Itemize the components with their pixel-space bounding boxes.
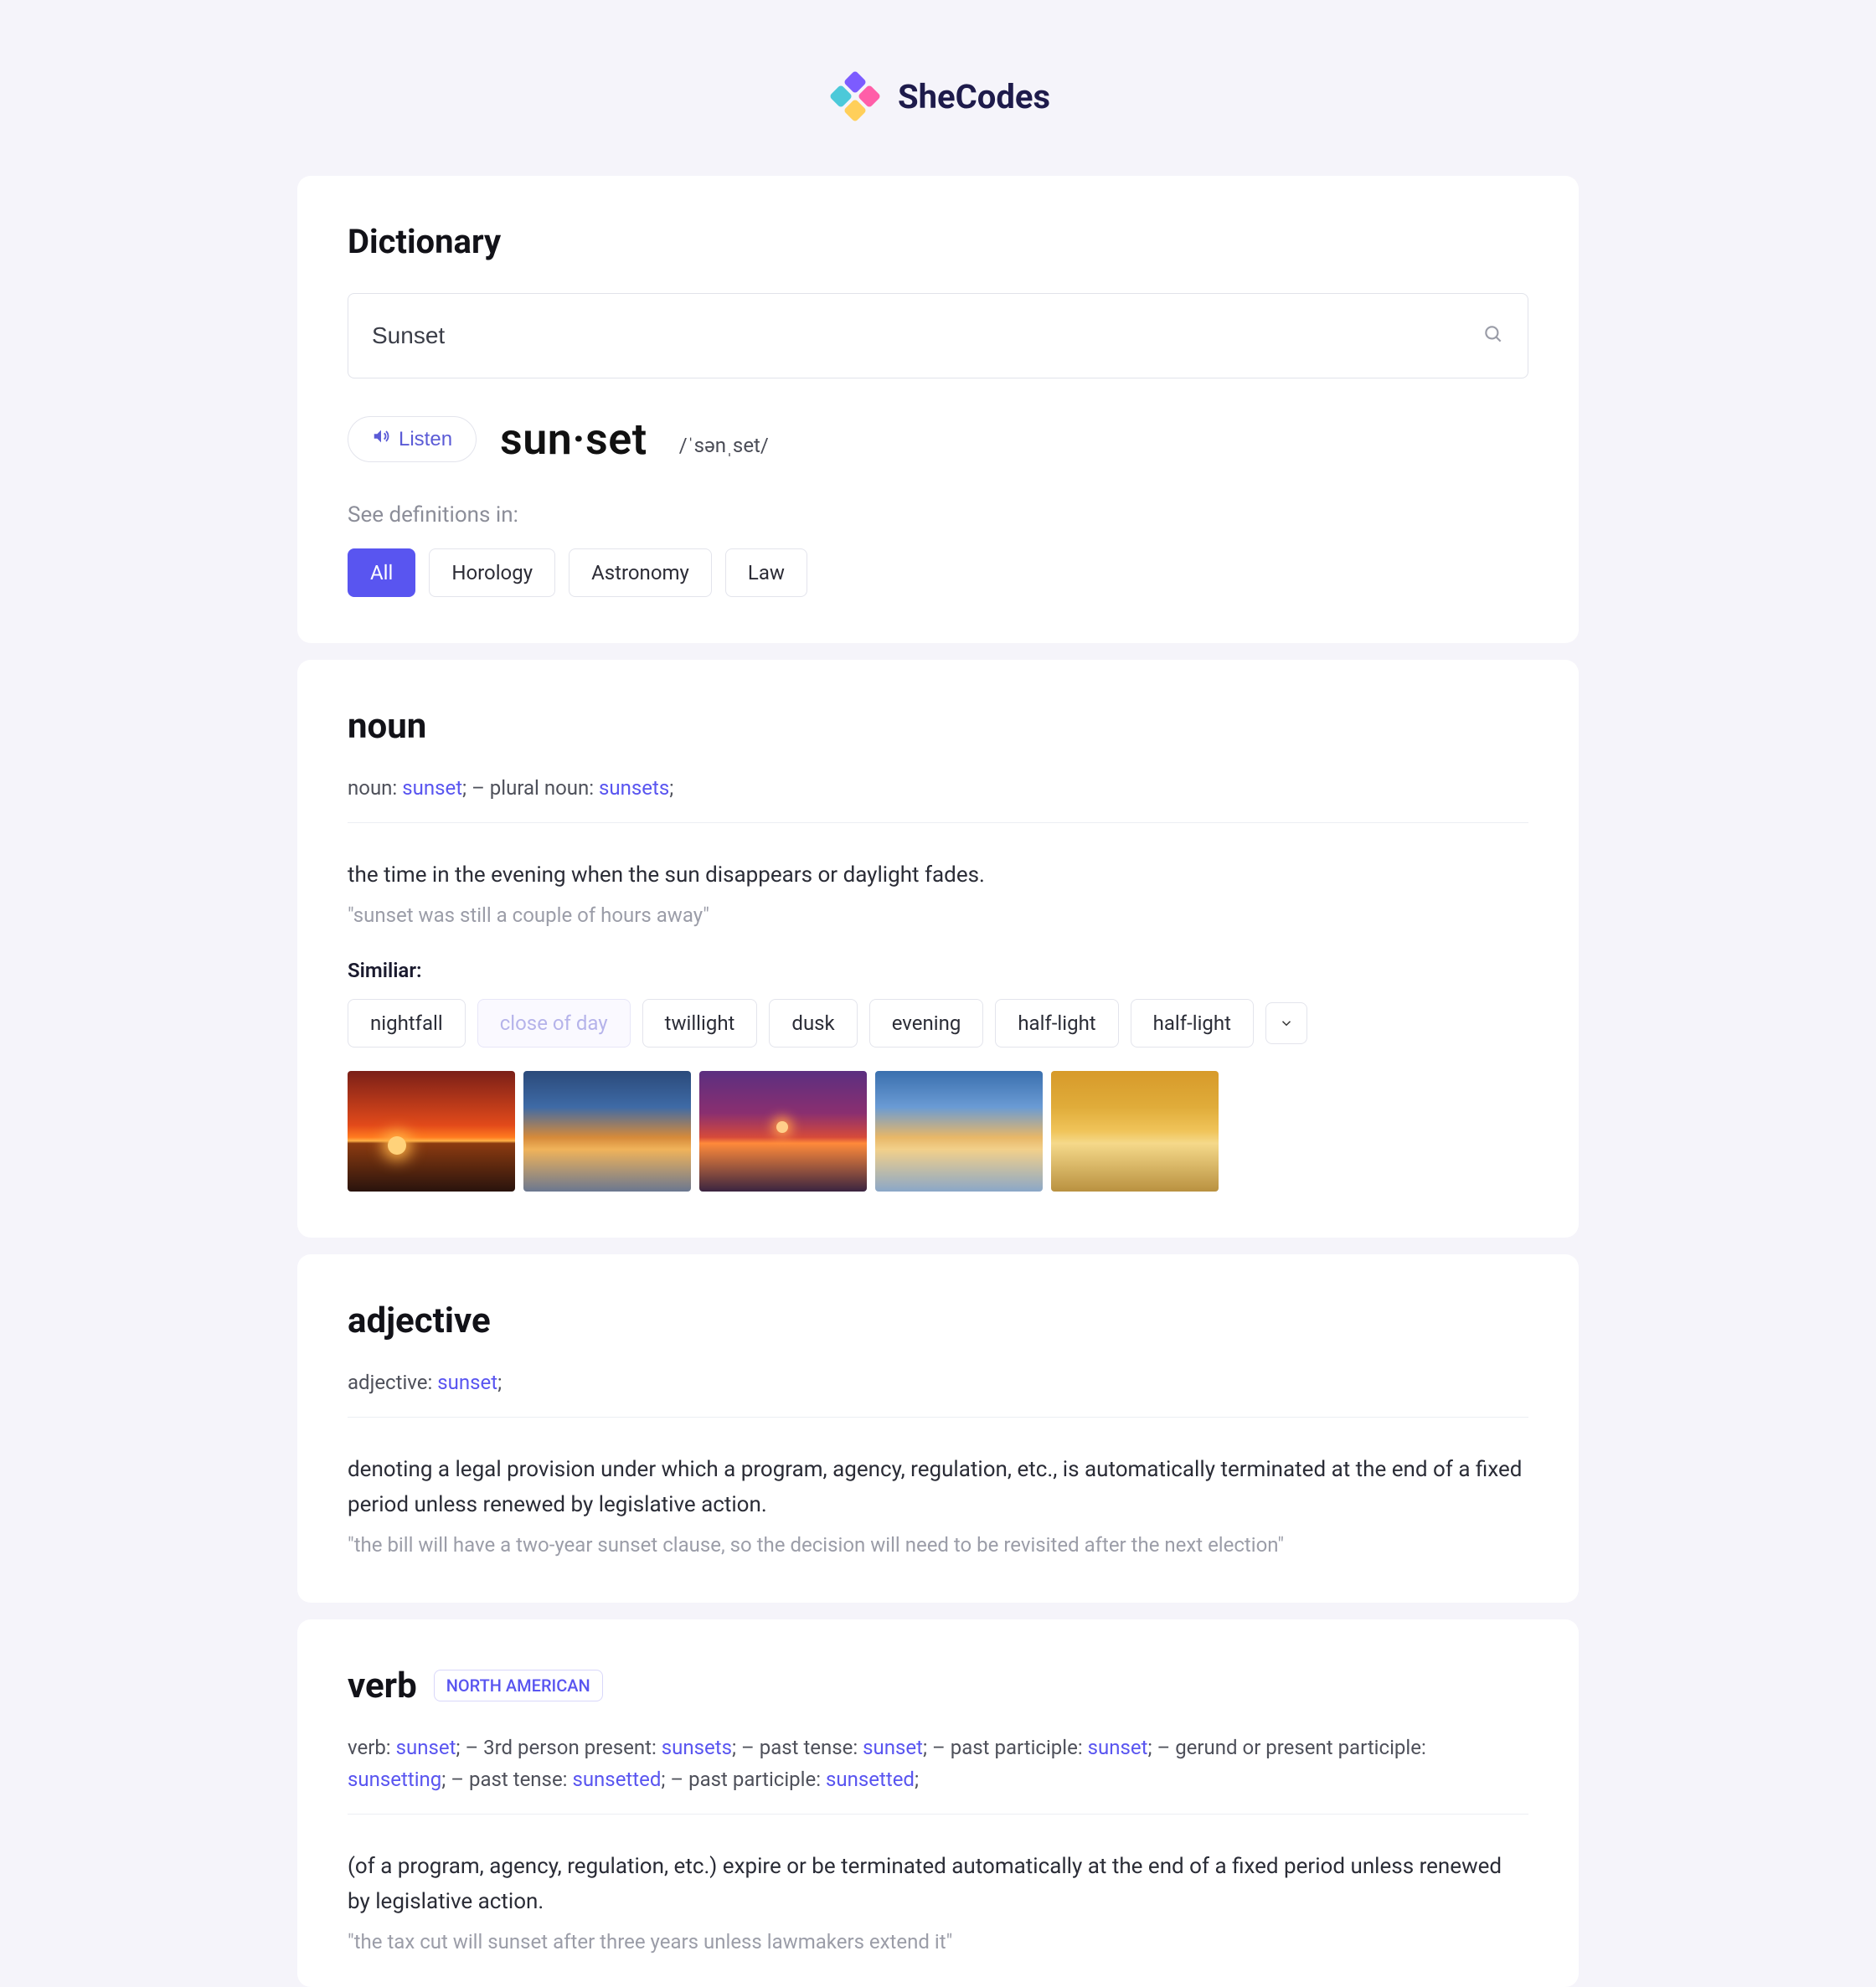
similar-chip[interactable]: close of day — [477, 999, 631, 1048]
volume-icon — [372, 427, 390, 451]
expand-similar-button[interactable] — [1265, 1002, 1307, 1044]
page-title: Dictionary — [348, 222, 1528, 261]
similar-chip[interactable]: evening — [869, 999, 984, 1048]
brand-name: SheCodes — [898, 77, 1050, 116]
search-box[interactable] — [348, 293, 1528, 378]
similar-chip[interactable]: dusk — [769, 999, 857, 1048]
thumbnail-row — [348, 1071, 1528, 1192]
similar-chip[interactable]: half-light — [995, 999, 1118, 1048]
noun-forms: noun: sunset; – plural noun: sunsets; — [348, 772, 1528, 804]
listen-button[interactable]: Listen — [348, 416, 477, 462]
divider — [348, 1417, 1528, 1418]
pos-verb-label: verb — [348, 1665, 417, 1706]
thumbnail-image[interactable] — [348, 1071, 515, 1192]
divider — [348, 822, 1528, 823]
noun-example: "sunset was still a couple of hours away… — [348, 903, 1528, 927]
divider — [348, 1814, 1528, 1815]
similar-chip[interactable]: twillight — [642, 999, 758, 1048]
similar-label: Similiar: — [348, 959, 1528, 982]
adjective-card: adjective adjective: sunset; denoting a … — [297, 1254, 1579, 1603]
adjective-example: "the bill will have a two-year sunset cl… — [348, 1533, 1528, 1557]
brand-logo-icon — [826, 67, 884, 126]
noun-definition: the time in the evening when the sun dis… — [348, 858, 1528, 893]
verb-definition: (of a program, agency, regulation, etc.)… — [348, 1850, 1528, 1919]
verb-example: "the tax cut will sunset after three yea… — [348, 1930, 1528, 1954]
thumbnail-image[interactable] — [699, 1071, 867, 1192]
adjective-forms: adjective: sunset; — [348, 1367, 1528, 1398]
category-chip-astronomy[interactable]: Astronomy — [569, 548, 712, 597]
similar-chip[interactable]: nightfall — [348, 999, 466, 1048]
pos-verb-title: verb NORTH AMERICAN — [348, 1665, 1528, 1706]
search-input[interactable] — [372, 322, 1482, 349]
chevron-down-icon — [1279, 1016, 1294, 1031]
category-chip-horology[interactable]: Horology — [429, 548, 555, 597]
brand-header: SheCodes — [297, 67, 1579, 126]
thumbnail-image[interactable] — [875, 1071, 1043, 1192]
phonetic: /ˈsənˌset/ — [679, 434, 769, 465]
adjective-definition: denoting a legal provision under which a… — [348, 1453, 1528, 1522]
thumbnail-image[interactable] — [1051, 1071, 1219, 1192]
header-card: Dictionary Listen sun·set /ˈsənˌset/ See… — [297, 176, 1579, 643]
pos-adjective-title: adjective — [348, 1300, 1528, 1341]
noun-card: noun noun: sunset; – plural noun: sunset… — [297, 660, 1579, 1238]
similar-row: nightfallclose of daytwillightduskevenin… — [348, 999, 1528, 1048]
similar-chip[interactable]: half-light — [1131, 999, 1254, 1048]
category-chip-row: All Horology Astronomy Law — [348, 548, 1528, 597]
thumbnail-image[interactable] — [523, 1071, 691, 1192]
listen-label: Listen — [399, 428, 452, 451]
headword: sun·set — [500, 414, 647, 465]
pos-noun-title: noun — [348, 706, 1528, 747]
category-chip-all[interactable]: All — [348, 548, 415, 597]
category-chip-law[interactable]: Law — [725, 548, 807, 597]
see-definitions-label: See definitions in: — [348, 502, 1528, 528]
region-badge: NORTH AMERICAN — [434, 1670, 603, 1701]
verb-forms: verb: sunset; – 3rd person present: suns… — [348, 1732, 1528, 1796]
search-icon[interactable] — [1482, 323, 1504, 348]
verb-card: verb NORTH AMERICAN verb: sunset; – 3rd … — [297, 1619, 1579, 1987]
